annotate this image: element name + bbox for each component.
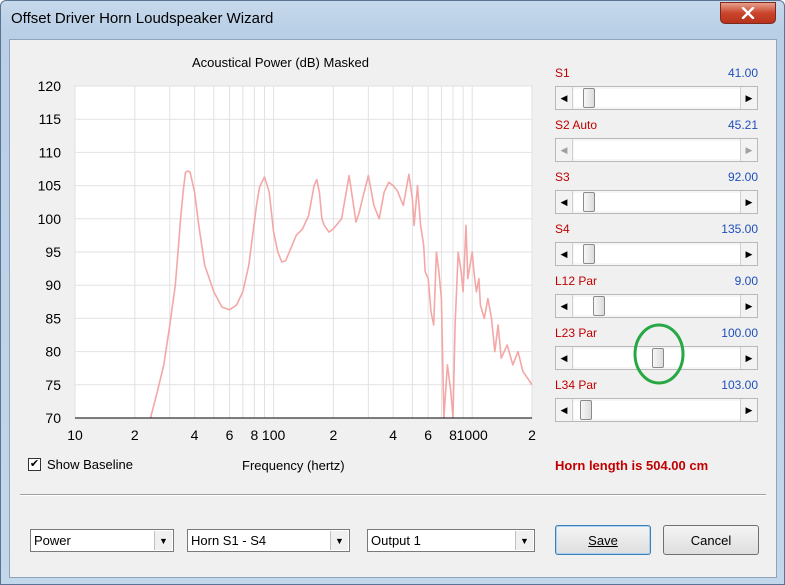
slider-thumb[interactable]: [592, 296, 605, 316]
chevron-down-icon[interactable]: ▼: [515, 531, 533, 550]
save-button[interactable]: Save: [555, 525, 651, 555]
slider-track[interactable]: [574, 89, 741, 107]
cancel-button[interactable]: Cancel: [663, 525, 759, 555]
y-tick-label: 115: [39, 111, 62, 127]
slider-scrollbar[interactable]: ◀ ▶: [555, 86, 758, 110]
slider-value: 9.00: [734, 274, 758, 288]
title-bar[interactable]: Offset Driver Horn Loudspeaker Wizard: [1, 1, 784, 37]
arrow-left-icon[interactable]: ◀: [556, 295, 573, 317]
slider-track[interactable]: [574, 193, 741, 211]
y-tick-label: 105: [38, 178, 62, 194]
arrow-left-icon[interactable]: ◀: [556, 399, 573, 421]
slider-thumb[interactable]: [583, 192, 596, 212]
arrow-left-icon[interactable]: ◀: [556, 191, 573, 213]
y-tick-label: 110: [39, 144, 62, 160]
y-tick-label: 90: [45, 277, 61, 293]
arrow-right-icon[interactable]: ▶: [740, 191, 757, 213]
y-tick-label: 120: [38, 78, 62, 94]
y-tick-label: 80: [45, 344, 61, 360]
x-tick-label: 100: [262, 427, 286, 443]
slider-track[interactable]: [574, 245, 741, 263]
x-tick-label: 2: [131, 427, 139, 443]
slider-label: L34 Par: [555, 378, 598, 392]
x-tick-label: 8: [250, 427, 258, 443]
arrow-left-icon[interactable]: ◀: [556, 243, 573, 265]
slider-thumb[interactable]: [580, 400, 593, 420]
highlight-circle: [633, 323, 685, 385]
arrow-right-icon[interactable]: ▶: [740, 347, 757, 369]
slider-scrollbar[interactable]: ◀ ▶: [555, 190, 758, 214]
y-tick-label: 75: [45, 377, 61, 393]
slider-scrollbar[interactable]: ◀ ▶: [555, 138, 758, 162]
slider-value: 103.00: [721, 378, 758, 392]
horn-length-text: Horn length is 504.00 cm: [555, 458, 709, 473]
slider-track[interactable]: [574, 141, 741, 159]
x-tick-label: 10: [67, 427, 83, 443]
output-select-value: Output 1: [371, 533, 421, 548]
arrow-right-icon[interactable]: ▶: [740, 87, 757, 109]
arrow-right-icon[interactable]: ▶: [740, 243, 757, 265]
save-button-label: Save: [588, 532, 618, 548]
x-tick-label: 4: [191, 427, 199, 443]
slider-value: 45.21: [727, 118, 758, 132]
slider-label: S4: [555, 222, 570, 236]
arrow-left-icon[interactable]: ◀: [556, 347, 573, 369]
mode-select[interactable]: Power ▼: [30, 529, 174, 552]
x-tick-label: 2: [329, 427, 337, 443]
slider-label: L23 Par: [555, 326, 598, 340]
slider-value: 135.00: [721, 222, 758, 236]
slider-thumb[interactable]: [583, 244, 596, 264]
close-button[interactable]: [720, 2, 776, 24]
arrow-right-icon[interactable]: ▶: [740, 295, 757, 317]
slider-value: 92.00: [727, 170, 758, 184]
x-tick-label: 1000: [457, 427, 488, 443]
slider-scrollbar[interactable]: ◀ ▶: [555, 242, 758, 266]
arrow-right-icon[interactable]: ▶: [740, 139, 757, 161]
x-tick-label: 6: [226, 427, 234, 443]
y-tick-label: 85: [45, 310, 61, 326]
client-area: Acoustical Power (dB) Masked 70 75 80 85 90 9…: [9, 39, 777, 578]
mode-select-value: Power: [34, 533, 71, 548]
arrow-left-icon[interactable]: ◀: [556, 139, 573, 161]
slider-scrollbar[interactable]: ◀ ▶: [555, 398, 758, 422]
slider-value: 41.00: [727, 66, 758, 80]
slider-track[interactable]: [574, 401, 741, 419]
slider-label: S2 Auto: [555, 118, 598, 132]
arrow-right-icon[interactable]: ▶: [740, 399, 757, 421]
slider-thumb[interactable]: [583, 88, 596, 108]
y-tick-label: 95: [45, 244, 61, 260]
arrow-left-icon[interactable]: ◀: [556, 87, 573, 109]
horn-select[interactable]: Horn S1 - S4 ▼: [187, 529, 350, 552]
slider-scrollbar[interactable]: ◀ ▶: [555, 294, 758, 318]
window-title: Offset Driver Horn Loudspeaker Wizard: [11, 10, 274, 27]
checkbox-check-icon[interactable]: ✔: [28, 458, 41, 471]
slider-label: S1: [555, 66, 570, 80]
y-tick-label: 70: [45, 410, 61, 426]
x-tick-label: 4: [389, 427, 397, 443]
slider-label: L12 Par: [555, 274, 598, 288]
chevron-down-icon[interactable]: ▼: [330, 531, 348, 550]
show-baseline-checkbox[interactable]: ✔ Show Baseline: [28, 457, 133, 472]
x-axis-label: Frequency (hertz): [242, 458, 345, 473]
close-icon: [741, 7, 755, 19]
chevron-down-icon[interactable]: ▼: [154, 531, 172, 550]
horn-select-value: Horn S1 - S4: [191, 533, 267, 548]
power-chart: 70758085909510010511011512010 2 4 6 8 100 2 4 6 8…: [38, 78, 536, 443]
y-tick-label: 100: [38, 211, 62, 227]
x-tick-label: 6: [424, 427, 432, 443]
cancel-button-label: Cancel: [690, 532, 732, 548]
slider-value: 100.00: [721, 326, 758, 340]
divider: [20, 494, 766, 496]
wizard-window: Offset Driver Horn Loudspeaker Wizard Ac…: [0, 0, 785, 585]
slider-label: S3: [555, 170, 570, 184]
x-tick-label: 2: [528, 427, 536, 443]
show-baseline-label: Show Baseline: [47, 457, 133, 472]
output-select[interactable]: Output 1 ▼: [367, 529, 535, 552]
